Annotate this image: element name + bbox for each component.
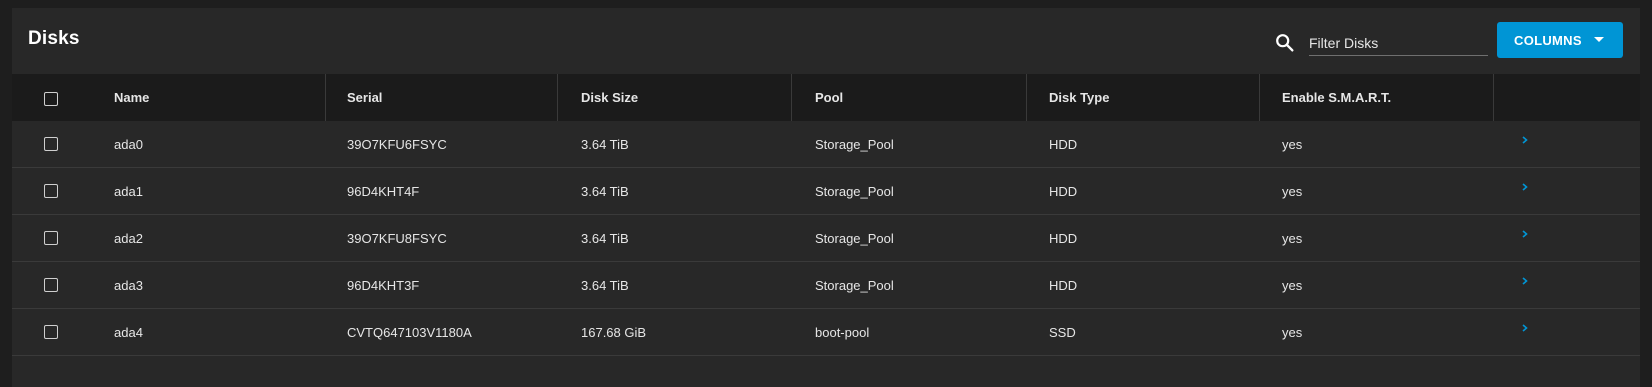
select-all-checkbox[interactable] xyxy=(44,92,58,106)
columns-button[interactable]: COLUMNS xyxy=(1497,22,1623,58)
chevron-right-icon[interactable] xyxy=(1520,276,1530,286)
card-header: Disks COLUMNS xyxy=(12,8,1640,74)
disk-size: 3.64 TiB xyxy=(581,278,629,293)
disk-name: ada2 xyxy=(114,231,143,246)
column-divider xyxy=(1259,74,1260,121)
row-checkbox[interactable] xyxy=(44,325,58,339)
disk-pool: Storage_Pool xyxy=(815,137,894,152)
column-header-disk-type[interactable]: Disk Type xyxy=(1049,74,1109,121)
column-header-name[interactable]: Name xyxy=(114,74,149,121)
disk-size: 167.68 GiB xyxy=(581,325,647,340)
column-divider xyxy=(791,74,792,121)
table-row[interactable]: ada4 CVTQ647103V1180A 167.68 GiB boot-po… xyxy=(12,309,1640,356)
disk-pool: Storage_Pool xyxy=(815,278,894,293)
disk-serial: 39O7KFU6FSYC xyxy=(347,137,447,152)
disk-name: ada1 xyxy=(114,184,143,199)
chevron-right-icon[interactable] xyxy=(1520,323,1530,333)
column-divider xyxy=(557,74,558,121)
column-divider xyxy=(1026,74,1027,121)
disk-type: HDD xyxy=(1049,184,1078,199)
disk-type: HDD xyxy=(1049,137,1078,152)
disk-size: 3.64 TiB xyxy=(581,137,629,152)
column-divider xyxy=(325,74,326,121)
disk-size: 3.64 TiB xyxy=(581,231,629,246)
column-header-pool[interactable]: Pool xyxy=(815,74,843,121)
row-checkbox[interactable] xyxy=(44,184,58,198)
disk-serial: CVTQ647103V1180A xyxy=(347,325,472,340)
column-header-serial[interactable]: Serial xyxy=(347,74,382,121)
disks-table: Name Serial Disk Size Pool Disk Type Ena… xyxy=(12,74,1640,356)
chevron-right-icon[interactable] xyxy=(1520,229,1530,239)
disk-pool: boot-pool xyxy=(815,325,870,340)
disk-type: SSD xyxy=(1049,325,1076,340)
table-row[interactable]: ada3 96D4KHT3F 3.64 TiB Storage_Pool HDD… xyxy=(12,262,1640,309)
page-title: Disks xyxy=(28,28,80,49)
chevron-right-icon[interactable] xyxy=(1520,182,1530,192)
row-checkbox[interactable] xyxy=(44,231,58,245)
column-header-enable-smart[interactable]: Enable S.M.A.R.T. xyxy=(1282,74,1391,121)
disk-smart: yes xyxy=(1282,137,1303,152)
disks-card: Disks COLUMNS Name Serial Disk Size Pool… xyxy=(12,8,1640,387)
column-divider xyxy=(1493,74,1494,121)
filter-disks-input[interactable] xyxy=(1309,30,1488,56)
disk-type: HDD xyxy=(1049,278,1078,293)
disk-pool: Storage_Pool xyxy=(815,184,894,199)
disk-smart: yes xyxy=(1282,278,1303,293)
disk-type: HDD xyxy=(1049,231,1078,246)
disk-size: 3.64 TiB xyxy=(581,184,629,199)
search-icon[interactable] xyxy=(1274,32,1296,54)
table-row[interactable]: ada0 39O7KFU6FSYC 3.64 TiB Storage_Pool … xyxy=(12,121,1640,168)
table-header-row: Name Serial Disk Size Pool Disk Type Ena… xyxy=(12,74,1640,121)
disk-serial: 96D4KHT3F xyxy=(347,278,420,293)
disk-name: ada4 xyxy=(114,325,143,340)
disk-serial: 39O7KFU8FSYC xyxy=(347,231,447,246)
column-header-disk-size[interactable]: Disk Size xyxy=(581,74,638,121)
disk-smart: yes xyxy=(1282,231,1303,246)
row-checkbox[interactable] xyxy=(44,137,58,151)
disk-smart: yes xyxy=(1282,184,1303,199)
caret-down-icon xyxy=(1594,37,1604,42)
disk-smart: yes xyxy=(1282,325,1303,340)
disk-serial: 96D4KHT4F xyxy=(347,184,420,199)
disk-name: ada0 xyxy=(114,137,143,152)
columns-button-label: COLUMNS xyxy=(1514,33,1582,48)
table-row[interactable]: ada2 39O7KFU8FSYC 3.64 TiB Storage_Pool … xyxy=(12,215,1640,262)
chevron-right-icon[interactable] xyxy=(1520,135,1530,145)
table-row[interactable]: ada1 96D4KHT4F 3.64 TiB Storage_Pool HDD… xyxy=(12,168,1640,215)
disk-name: ada3 xyxy=(114,278,143,293)
disk-pool: Storage_Pool xyxy=(815,231,894,246)
row-checkbox[interactable] xyxy=(44,278,58,292)
